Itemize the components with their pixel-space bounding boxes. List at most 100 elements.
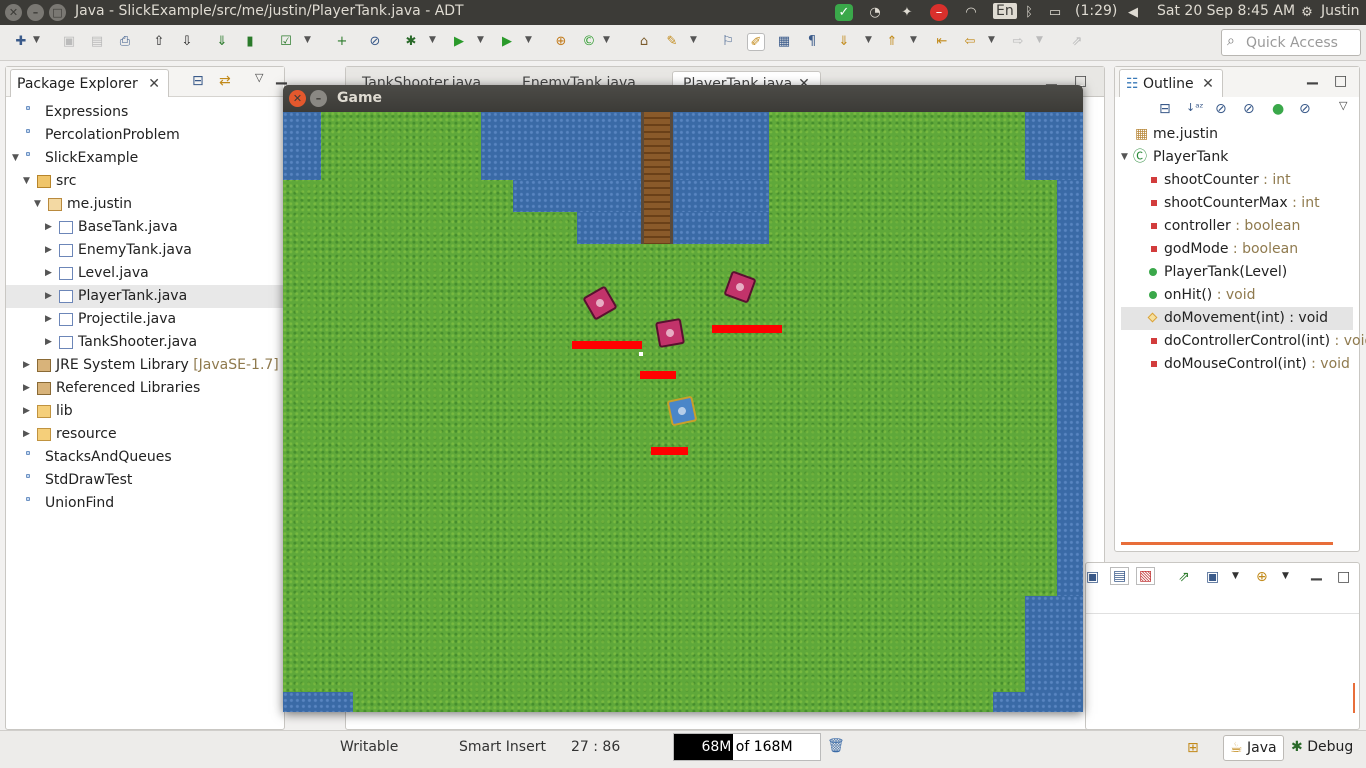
close-window-button[interactable]: ✕ <box>5 4 22 21</box>
scroll-indicator[interactable] <box>1353 683 1355 713</box>
outline-item[interactable]: shootCounterMax : int <box>1121 192 1353 215</box>
open-perspective-icon[interactable]: ⊞ <box>1187 740 1199 756</box>
tree-item[interactable]: UnionFind <box>6 492 284 515</box>
outline-item[interactable]: ▼ Ⓒ PlayerTank <box>1121 146 1353 169</box>
display-console-dropdown-icon[interactable]: ▼ <box>1232 571 1239 581</box>
maximize-view-icon[interactable]: □ <box>1337 569 1350 585</box>
forward-icon[interactable]: ⇨ <box>1009 33 1027 51</box>
collapsed-arrow-icon[interactable]: ▶ <box>45 331 52 354</box>
expanded-arrow-icon[interactable]: ▼ <box>23 170 30 193</box>
new-icon[interactable]: ✚ <box>12 33 30 51</box>
forward-dropdown-icon[interactable]: ▼ <box>1036 35 1043 45</box>
dropbox-icon[interactable]: ✦ <box>898 4 916 21</box>
tree-item[interactable]: ▶ BaseTank.java <box>6 216 284 239</box>
garbage-collect-icon[interactable]: 🗑 <box>827 738 845 754</box>
android-sdk-icon[interactable]: ⇓ <box>213 33 231 51</box>
minimize-view-icon[interactable]: ▁ <box>1307 69 1318 85</box>
outline-item[interactable]: onHit() : void <box>1121 284 1353 307</box>
game-close-button[interactable]: ✕ <box>289 90 306 107</box>
outline-item[interactable]: controller : boolean <box>1121 215 1353 238</box>
collapsed-arrow-icon[interactable]: ▶ <box>45 285 52 308</box>
tree-item[interactable]: ▼ me.justin <box>6 193 284 216</box>
outline-item[interactable]: godMode : boolean <box>1121 238 1353 261</box>
hide-local-types-icon[interactable]: ⊘ <box>1299 101 1311 117</box>
collapsed-arrow-icon[interactable]: ▶ <box>23 377 30 400</box>
debug-icon[interactable]: ✱ <box>402 33 420 51</box>
save-all-icon[interactable]: ▤ <box>88 33 106 51</box>
search-dropdown-icon[interactable]: ▼ <box>690 35 697 45</box>
remove-launch-icon[interactable]: ▧ <box>1136 567 1156 585</box>
outline-item[interactable]: ▦ me.justin <box>1121 123 1353 146</box>
maximize-view-icon[interactable]: □ <box>1334 73 1347 89</box>
console-icon[interactable]: ▣ <box>1086 569 1099 585</box>
clear-console-icon[interactable]: ▤ <box>1110 567 1130 585</box>
view-menu-icon[interactable]: ▽ <box>255 71 263 84</box>
minimize-view-icon[interactable]: ▁ <box>276 69 287 85</box>
bluetooth-icon[interactable]: ᛒ <box>1020 4 1038 21</box>
tree-item[interactable]: ▶ PlayerTank.java <box>6 285 284 308</box>
no-entry-icon[interactable]: – <box>930 4 948 21</box>
new-java-package-icon[interactable]: ⊕ <box>552 33 570 51</box>
tree-item[interactable]: ▶ TankShooter.java <box>6 331 284 354</box>
tree-item[interactable]: ▶ Level.java <box>6 262 284 285</box>
next-annotation-dropdown-icon[interactable]: ▼ <box>865 35 872 45</box>
collapsed-arrow-icon[interactable]: ▶ <box>23 354 30 377</box>
volume-icon[interactable]: ◀ <box>1124 4 1142 21</box>
show-paragraph-icon[interactable]: ¶ <box>803 33 821 51</box>
sort-icon[interactable]: ↓ᵃᶻ <box>1186 101 1204 114</box>
run-icon[interactable]: ▶ <box>450 33 468 51</box>
update-indicator-icon[interactable]: ✓ <box>835 4 853 21</box>
hide-nonpublic-icon[interactable]: ● <box>1272 101 1284 117</box>
close-tab-icon[interactable]: ✕ <box>148 76 160 92</box>
tree-item[interactable]: Expressions <box>6 101 284 124</box>
back-icon[interactable]: ⇦ <box>961 33 979 51</box>
heap-status[interactable]: 68M of 168M <box>673 733 821 761</box>
skip-breakpoints-icon[interactable]: ⊘ <box>366 33 384 51</box>
run-external-tool-icon[interactable]: ▶ <box>498 33 516 51</box>
previous-annotation-icon[interactable]: ⇑ <box>883 33 901 51</box>
game-title-bar[interactable]: ✕ – Game <box>283 85 1083 112</box>
open-console-dropdown-icon[interactable]: ▼ <box>1282 571 1289 581</box>
java-perspective-button[interactable]: ☕ Java <box>1223 735 1284 761</box>
clock[interactable]: Sat 20 Sep 8:45 AM <box>1157 3 1295 19</box>
settings-gear-icon[interactable]: ⚙ <box>1298 4 1316 21</box>
debug-perspective-button[interactable]: ✱ Debug <box>1285 735 1359 761</box>
collapsed-arrow-icon[interactable]: ▶ <box>45 239 52 262</box>
tree-item[interactable]: ▼ SlickExample <box>6 147 284 170</box>
open-type-icon[interactable]: ⌂ <box>635 33 653 51</box>
next-annotation-icon[interactable]: ⇓ <box>835 33 853 51</box>
outline-item[interactable]: doMouseControl(int) : void <box>1121 353 1353 376</box>
tree-item[interactable]: ▶ resource <box>6 423 284 446</box>
collapsed-arrow-icon[interactable]: ▶ <box>45 308 52 331</box>
lint-check-icon[interactable]: ☑ <box>277 33 295 51</box>
show-whitespace-icon[interactable]: ▦ <box>775 33 793 51</box>
tree-item[interactable]: ▶ Projectile.java <box>6 308 284 331</box>
view-menu-icon[interactable]: ▽ <box>1339 99 1347 112</box>
tree-item[interactable]: StdDrawTest <box>6 469 284 492</box>
collapsed-arrow-icon[interactable]: ▶ <box>45 262 52 285</box>
run-dropdown-icon[interactable]: ▼ <box>477 35 484 45</box>
previous-annotation-dropdown-icon[interactable]: ▼ <box>910 35 917 45</box>
tree-item[interactable]: PercolationProblem <box>6 124 284 147</box>
minimize-window-button[interactable]: – <box>27 4 44 21</box>
outline-item[interactable]: doMovement(int) : void <box>1121 307 1353 330</box>
tree-item[interactable]: ▼ src <box>6 170 284 193</box>
hide-fields-icon[interactable]: ⊘ <box>1215 101 1227 117</box>
minimize-view-icon[interactable]: ▁ <box>1311 565 1322 581</box>
insert-mode-status[interactable]: Smart Insert <box>459 739 546 755</box>
lint-dropdown-icon[interactable]: ▼ <box>304 35 311 45</box>
outline-item[interactable]: doControllerControl(int) : void <box>1121 330 1366 353</box>
search-icon[interactable]: ✎ <box>663 33 681 51</box>
game-minimize-button[interactable]: – <box>310 90 327 107</box>
tree-item[interactable]: ▶ JRE System Library [JavaSE-1.7] <box>6 354 284 377</box>
hide-static-icon[interactable]: ⊘ <box>1243 101 1255 117</box>
back-dropdown-icon[interactable]: ▼ <box>988 35 995 45</box>
new-class-dropdown-icon[interactable]: ▼ <box>603 35 610 45</box>
tab-package-explorer[interactable]: Package Explorer ✕ <box>10 69 169 97</box>
tree-item[interactable]: ▶ Referenced Libraries <box>6 377 284 400</box>
game-canvas[interactable] <box>283 112 1083 712</box>
tree-item[interactable]: StacksAndQueues <box>6 446 284 469</box>
maximize-window-button[interactable]: □ <box>49 4 66 21</box>
collapsed-arrow-icon[interactable]: ▶ <box>23 400 30 423</box>
collapse-all-icon[interactable]: ⊟ <box>1159 101 1171 117</box>
